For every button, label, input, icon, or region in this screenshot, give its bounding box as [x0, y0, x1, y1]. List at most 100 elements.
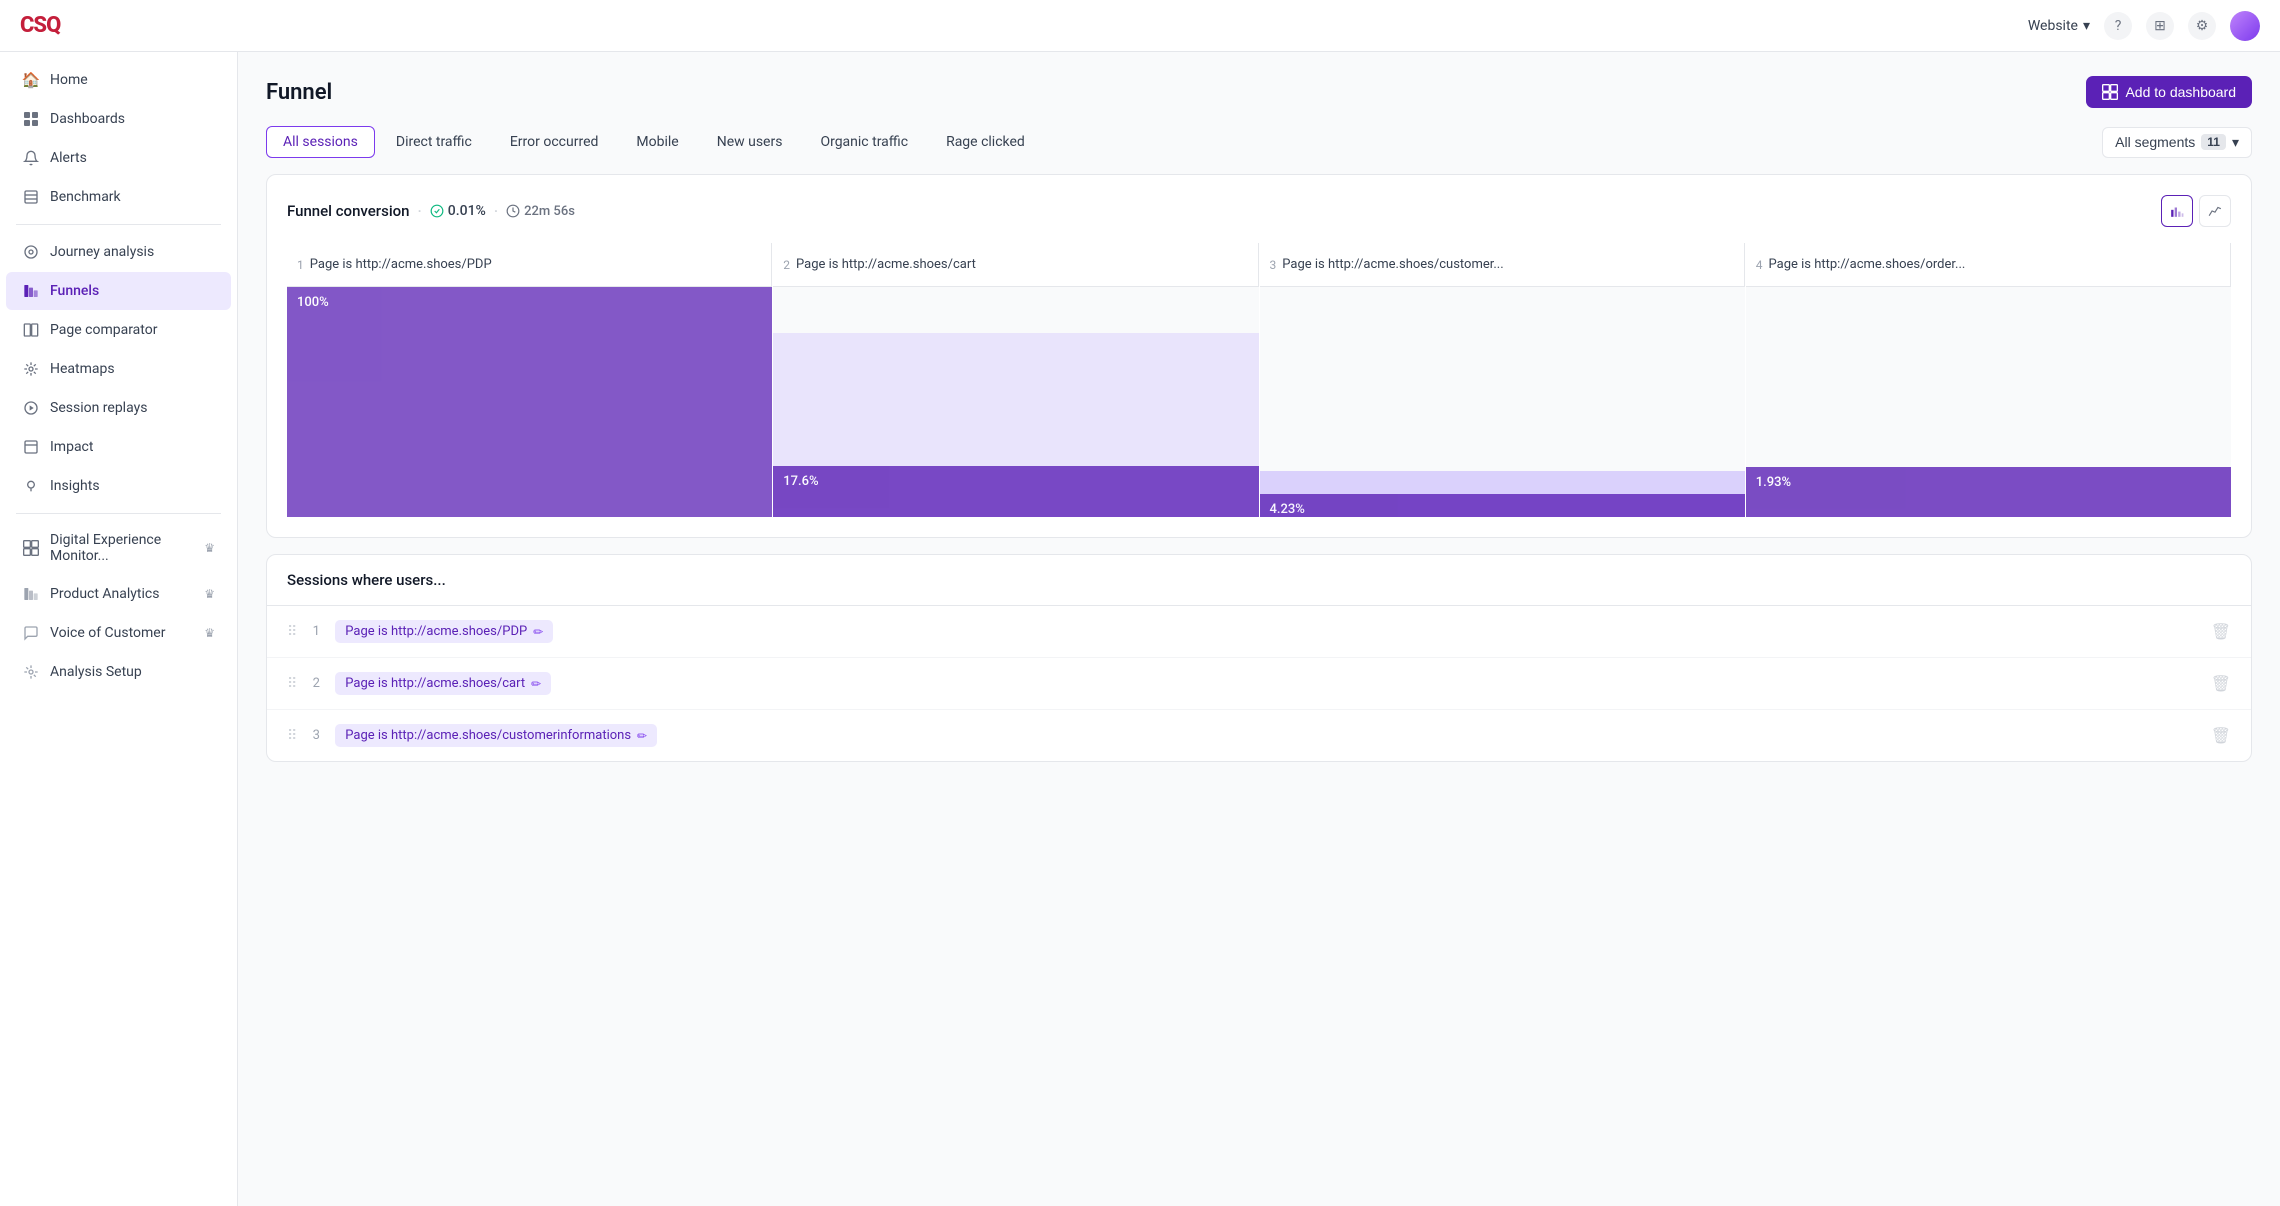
sidebar-item-label: Dashboards — [50, 111, 125, 127]
sidebar-divider-2 — [16, 513, 221, 514]
tab-direct-traffic[interactable]: Direct traffic — [379, 126, 489, 158]
main-content: Funnel Add to dashboard All sessions Dir… — [238, 52, 2280, 1206]
line-chart-button[interactable] — [2199, 195, 2231, 227]
sidebar-item-analysis-setup[interactable]: Analysis Setup — [6, 653, 231, 691]
funnel-step-3: 3 Page is http://acme.shoes/customer... … — [1260, 243, 1745, 517]
tab-new-users[interactable]: New users — [700, 126, 800, 158]
sidebar-item-home[interactable]: 🏠 Home — [6, 61, 231, 99]
dot-separator-2: · — [494, 202, 498, 220]
funnel-step-4: 4 Page is http://acme.shoes/order... 1.9… — [1746, 243, 2231, 517]
sidebar-item-dashboards[interactable]: Dashboards — [6, 100, 231, 138]
funnel-bar-area-1: 100% — [287, 287, 772, 517]
delete-icon[interactable]: 🗑 — [2211, 622, 2231, 641]
tab-error-occurred[interactable]: Error occurred — [493, 126, 616, 158]
funnel-bar-area-2: 17.6% — [773, 287, 1258, 517]
sidebar-item-label: Home — [50, 72, 88, 88]
sidebar-item-benchmark[interactable]: Benchmark — [6, 178, 231, 216]
funnels-icon — [22, 282, 40, 300]
voice-icon — [22, 624, 40, 642]
tab-organic-traffic[interactable]: Organic traffic — [803, 126, 925, 158]
sidebar-item-alerts[interactable]: Alerts — [6, 139, 231, 177]
segments-button[interactable]: All segments 11 ▾ — [2102, 127, 2252, 158]
session-number: 3 — [309, 728, 323, 743]
sidebar-item-product-analytics[interactable]: Product Analytics ♛ — [6, 575, 231, 613]
sidebar-item-label: Insights — [50, 478, 100, 494]
settings-icon[interactable]: ⚙ — [2188, 12, 2216, 40]
grid-icon[interactable]: ⊞ — [2146, 12, 2174, 40]
funnel-chart: 1 Page is http://acme.shoes/PDP 100% 2 P… — [287, 243, 2231, 517]
replay-icon — [22, 399, 40, 417]
dashboards-icon — [22, 110, 40, 128]
session-tag-label: Page is http://acme.shoes/PDP — [345, 624, 527, 639]
sidebar-item-funnels[interactable]: Funnels — [6, 272, 231, 310]
sidebar-item-insights[interactable]: Insights — [6, 467, 231, 505]
delete-icon[interactable]: 🗑 — [2211, 726, 2231, 745]
drag-handle-icon[interactable]: ⠿ — [287, 728, 297, 744]
sidebar-item-label: Benchmark — [50, 189, 121, 205]
sidebar-item-label: Voice of Customer — [50, 625, 165, 641]
sidebar-item-label: Impact — [50, 439, 93, 455]
drag-handle-icon[interactable]: ⠿ — [287, 624, 297, 640]
avatar[interactable] — [2230, 11, 2260, 41]
delete-icon[interactable]: 🗑 — [2211, 674, 2231, 693]
step-label-2: Page is http://acme.shoes/cart — [796, 257, 976, 272]
tab-rage-clicked[interactable]: Rage clicked — [929, 126, 1042, 158]
session-number: 1 — [309, 624, 323, 639]
sidebar-item-voice-of-customer[interactable]: Voice of Customer ♛ — [6, 614, 231, 652]
funnel-bar-area-3: 4.23% — [1260, 287, 1745, 517]
bar-chart-button[interactable] — [2161, 195, 2193, 227]
add-to-dashboard-button[interactable]: Add to dashboard — [2086, 76, 2252, 108]
sessions-header: Sessions where users... — [267, 555, 2251, 606]
session-tag-label: Page is http://acme.shoes/customerinform… — [345, 728, 631, 743]
chevron-down-icon: ▾ — [2083, 18, 2090, 34]
conversion-rate: 0.01% — [430, 203, 486, 219]
funnel-step-header-2: 2 Page is http://acme.shoes/cart — [773, 243, 1258, 287]
sidebar-item-page-comparator[interactable]: Page comparator — [6, 311, 231, 349]
bell-icon — [22, 149, 40, 167]
funnel-step-header-1: 1 Page is http://acme.shoes/PDP — [287, 243, 772, 287]
funnel-step-header-3: 3 Page is http://acme.shoes/customer... — [1260, 243, 1745, 287]
heatmaps-icon — [22, 360, 40, 378]
drag-handle-icon[interactable]: ⠿ — [287, 676, 297, 692]
sidebar-item-journey-analysis[interactable]: Journey analysis — [6, 233, 231, 271]
segments-label: All segments — [2115, 134, 2195, 150]
website-selector[interactable]: Website ▾ — [2028, 18, 2090, 34]
tab-mobile[interactable]: Mobile — [619, 126, 695, 158]
edit-icon[interactable]: ✏ — [531, 677, 541, 691]
step-label-4: Page is http://acme.shoes/order... — [1769, 257, 1966, 272]
edit-icon[interactable]: ✏ — [533, 625, 543, 639]
sidebar-item-label: Funnels — [50, 283, 99, 299]
dashboard-icon — [2102, 84, 2118, 100]
sidebar-item-label: Product Analytics — [50, 586, 159, 602]
sidebar-item-impact[interactable]: Impact — [6, 428, 231, 466]
help-icon[interactable]: ? — [2104, 12, 2132, 40]
website-label: Website — [2028, 18, 2078, 34]
sidebar-item-heatmaps[interactable]: Heatmaps — [6, 350, 231, 388]
session-tag-label: Page is http://acme.shoes/cart — [345, 676, 525, 691]
sessions-section: Sessions where users... ⠿ 1 Page is http… — [266, 554, 2252, 762]
logo: CSQ — [20, 13, 60, 38]
home-icon: 🏠 — [22, 71, 40, 89]
sidebar-item-session-replays[interactable]: Session replays — [6, 389, 231, 427]
check-circle-icon — [430, 204, 444, 218]
step-label-3: Page is http://acme.shoes/customer... — [1282, 257, 1503, 272]
tabs-bar: All sessions Direct traffic Error occurr… — [266, 126, 2252, 158]
tab-all-sessions[interactable]: All sessions — [266, 126, 375, 158]
funnel-bar-solid-2: 17.6% — [773, 466, 1258, 517]
impact-icon — [22, 438, 40, 456]
step-label-1: Page is http://acme.shoes/PDP — [310, 257, 492, 272]
time-metric: 22m 56s — [506, 204, 575, 219]
session-number: 2 — [309, 676, 323, 691]
chart-header: Funnel conversion · 0.01% · 22m 56s — [287, 195, 2231, 227]
chart-panel: Funnel conversion · 0.01% · 22m 56s — [266, 174, 2252, 538]
sidebar-item-digital-experience[interactable]: Digital Experience Monitor... ♛ — [6, 522, 231, 574]
sidebar-item-label: Session replays — [50, 400, 147, 416]
funnel-step-2: 2 Page is http://acme.shoes/cart 17.6% — [773, 243, 1258, 517]
segments-count: 11 — [2201, 134, 2226, 150]
session-tag-2: Page is http://acme.shoes/cart ✏ — [335, 672, 551, 695]
topbar-right: Website ▾ ? ⊞ ⚙ — [2028, 11, 2260, 41]
analysis-setup-icon — [22, 663, 40, 681]
funnel-step-1: 1 Page is http://acme.shoes/PDP 100% — [287, 243, 772, 517]
edit-icon[interactable]: ✏ — [637, 729, 647, 743]
chart-actions — [2161, 195, 2231, 227]
